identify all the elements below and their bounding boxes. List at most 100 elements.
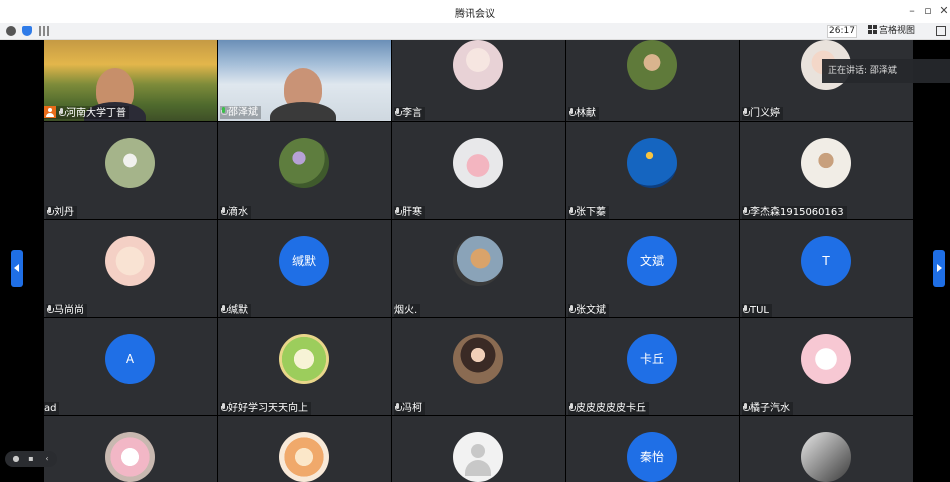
participant-avatar: [801, 334, 851, 384]
participant-avatar: 文斌: [627, 236, 677, 286]
participant-avatar: 秦怡: [627, 432, 677, 482]
participant-tile[interactable]: 肝寒: [392, 122, 565, 219]
participant-name: 门义婷: [742, 107, 783, 120]
participant-tile[interactable]: [740, 416, 913, 482]
participant-tile[interactable]: [392, 416, 565, 482]
participant-tile[interactable]: [44, 416, 217, 482]
participant-tile[interactable]: 烟火.: [392, 220, 565, 317]
participant-avatar: [453, 40, 503, 90]
mic-icon: [394, 403, 402, 412]
signal-icon[interactable]: [39, 26, 49, 36]
participant-avatar: [279, 334, 329, 384]
prev-page-button[interactable]: [11, 250, 23, 287]
participant-tile[interactable]: 冯柯: [392, 318, 565, 415]
participant-video-body: [270, 102, 336, 121]
participant-avatar: [627, 40, 677, 90]
mic-icon: [568, 108, 576, 117]
participant-name: 邵泽斌: [220, 106, 261, 119]
next-page-button[interactable]: [933, 250, 945, 287]
participant-avatar: [105, 236, 155, 286]
mic-icon: [220, 207, 228, 216]
participant-grid: 河南大学丁普 邵泽斌 李言 林献 门义婷 刘丹 滴水 肝寒 张下蓁 李杰森191…: [44, 40, 914, 482]
mic-icon: [220, 305, 228, 314]
info-icon[interactable]: [6, 26, 16, 36]
participant-name: 刘丹: [46, 206, 77, 219]
participant-name: 马尚尚: [46, 304, 87, 317]
fullscreen-icon[interactable]: [936, 26, 946, 36]
arrow-left-icon: [14, 264, 19, 272]
default-avatar-icon: [453, 432, 503, 482]
participant-tile[interactable]: 文斌 张文斌: [566, 220, 739, 317]
participant-name: 张文斌: [568, 304, 609, 317]
host-icon: [44, 106, 56, 118]
participant-avatar: [801, 138, 851, 188]
participant-tile[interactable]: T TUL: [740, 220, 913, 317]
participant-name: 橘子汽水: [742, 402, 793, 415]
participant-tile[interactable]: 邵泽斌: [218, 40, 391, 121]
mic-icon: [742, 403, 750, 412]
mic-icon: [742, 207, 750, 216]
participant-avatar: [105, 138, 155, 188]
participant-tile[interactable]: [218, 416, 391, 482]
participant-name: 李杰森1915060163: [742, 206, 847, 219]
meeting-info-bar: 26:17 宫格视图: [0, 23, 950, 40]
mic-icon: [394, 207, 402, 216]
participant-tile[interactable]: 缄默 缄默: [218, 220, 391, 317]
participant-name: 河南大学丁普: [44, 106, 129, 119]
participant-name: 林献: [568, 107, 599, 120]
participant-name: 滴水: [220, 206, 251, 219]
participant-name: 张下蓁: [568, 206, 609, 219]
participant-tile[interactable]: 李言: [392, 40, 565, 121]
mic-icon: [220, 403, 228, 412]
participant-avatar: [453, 138, 503, 188]
mic-icon: [46, 207, 54, 216]
participant-name: TUL: [742, 304, 772, 317]
view-label: 宫格视图: [879, 26, 916, 36]
bottom-left-controls[interactable]: ● ▪ ‹: [5, 451, 57, 467]
participant-avatar: [279, 432, 329, 482]
participant-avatar: [453, 236, 503, 286]
participant-tile[interactable]: 刘丹: [44, 122, 217, 219]
participant-name: 烟火.: [394, 304, 421, 317]
window-title: 腾讯会议: [455, 9, 495, 20]
participant-tile[interactable]: 林献: [566, 40, 739, 121]
view-switch-button[interactable]: 宫格视图: [868, 25, 915, 38]
shield-icon[interactable]: [22, 26, 32, 36]
participant-avatar: [453, 334, 503, 384]
menu-icon[interactable]: ▪: [26, 454, 36, 464]
participant-avatar: [279, 138, 329, 188]
participant-tile[interactable]: 李杰森1915060163: [740, 122, 913, 219]
participant-avatar: 卡丘: [627, 334, 677, 384]
collapse-icon[interactable]: ‹: [42, 454, 52, 464]
restore-icon[interactable]: ▫: [920, 3, 936, 19]
meeting-timer: 26:17: [827, 25, 857, 38]
participant-tile[interactable]: 滴水: [218, 122, 391, 219]
participant-tile[interactable]: 河南大学丁普: [44, 40, 217, 121]
participant-tile[interactable]: 卡丘 皮皮皮皮皮卡丘: [566, 318, 739, 415]
close-icon[interactable]: ✕: [936, 3, 950, 19]
participant-tile[interactable]: 橘子汽水: [740, 318, 913, 415]
participant-tile[interactable]: A ad: [44, 318, 217, 415]
minimize-icon[interactable]: –: [904, 3, 920, 19]
mic-icon: [46, 305, 54, 314]
mic-icon: [394, 108, 402, 117]
participant-avatar: [627, 138, 677, 188]
participant-avatar: T: [801, 236, 851, 286]
mic-icon: [58, 108, 66, 117]
participant-name: 好好学习天天向上: [220, 402, 311, 415]
arrow-right-icon: [937, 264, 942, 272]
participant-tile[interactable]: 好好学习天天向上: [218, 318, 391, 415]
mic-icon: [742, 305, 750, 314]
participant-name: 皮皮皮皮皮卡丘: [568, 402, 649, 415]
chat-icon[interactable]: ●: [11, 454, 21, 464]
participant-avatar: [105, 432, 155, 482]
participant-tile[interactable]: 秦怡: [566, 416, 739, 482]
mic-icon: [568, 305, 576, 314]
participant-avatar: [801, 432, 851, 482]
participant-avatar: 缄默: [279, 236, 329, 286]
mic-icon: [568, 403, 576, 412]
title-bar: 腾讯会议 – ▫ ✕: [0, 0, 950, 23]
participant-tile[interactable]: 张下蓁: [566, 122, 739, 219]
speaking-indicator: 正在讲话: 邵泽斌: [822, 59, 950, 83]
participant-tile[interactable]: 马尚尚: [44, 220, 217, 317]
